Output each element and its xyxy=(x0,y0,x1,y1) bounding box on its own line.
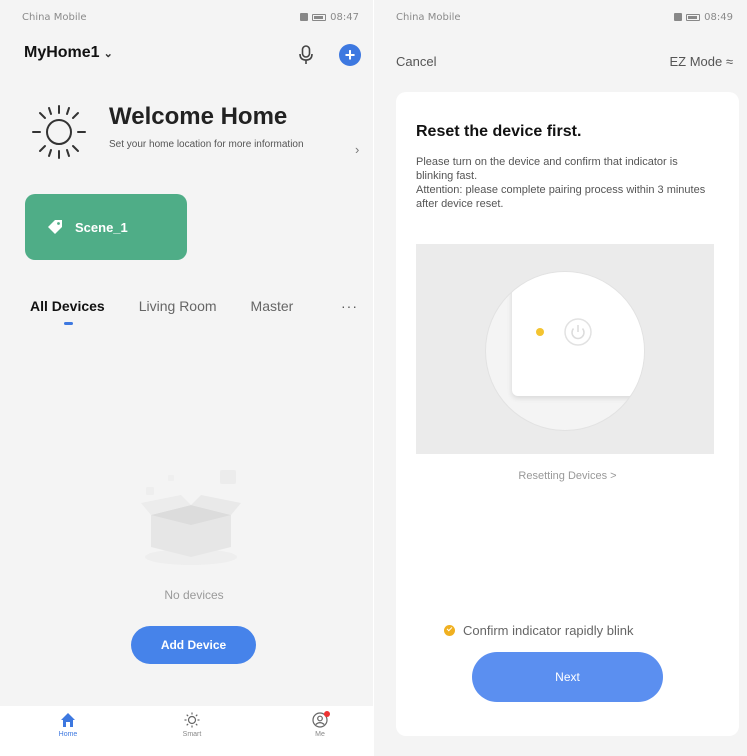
confirm-checkbox[interactable]: Confirm indicator rapidly blink xyxy=(444,623,634,638)
status-bar: China Mobile 08:47 xyxy=(0,0,373,34)
add-icon[interactable]: + xyxy=(339,44,361,66)
tab-master[interactable]: Master xyxy=(251,298,294,314)
tabbar-me-label: Me xyxy=(315,731,325,738)
tabbar-home-label: Home xyxy=(58,731,78,738)
tab-living-room[interactable]: Living Room xyxy=(139,298,217,314)
more-icon[interactable]: ··· xyxy=(341,298,358,314)
device-illustration xyxy=(416,244,714,454)
home-name: MyHome1 xyxy=(24,44,100,61)
carrier-label: China Mobile xyxy=(22,11,87,23)
tabbar-home[interactable]: Home xyxy=(38,712,98,738)
chevron-down-icon: ⌄ xyxy=(103,47,113,60)
room-tabs: All Devices Living Room Master xyxy=(30,298,294,325)
empty-state-text: No devices xyxy=(164,588,224,602)
empty-box-icon xyxy=(141,470,241,565)
notification-dot xyxy=(324,711,330,717)
next-button[interactable]: Next xyxy=(472,652,663,702)
reset-title: Reset the device first. xyxy=(416,123,582,140)
tabbar-smart[interactable]: Smart xyxy=(162,712,222,738)
carrier-label: China Mobile xyxy=(396,11,461,23)
resetting-devices-link[interactable]: Resetting Devices > xyxy=(396,470,739,482)
reset-device-screen: China Mobile 08:49 Cancel EZ Mode ≈ Rese… xyxy=(374,0,747,756)
sun-icon xyxy=(184,712,200,728)
add-device-button[interactable]: Add Device xyxy=(131,626,256,664)
scene-label: Scene_1 xyxy=(75,219,128,235)
microphone-icon[interactable] xyxy=(298,45,314,65)
confirm-label: Confirm indicator rapidly blink xyxy=(463,623,634,638)
power-icon xyxy=(564,318,592,346)
tabbar-smart-label: Smart xyxy=(182,731,202,738)
status-bar: China Mobile 08:49 xyxy=(374,0,747,34)
sun-icon xyxy=(32,105,86,159)
battery-icon xyxy=(312,13,327,21)
check-icon xyxy=(444,625,455,636)
mode-switch[interactable]: EZ Mode ≈ xyxy=(670,54,734,69)
home-icon xyxy=(61,713,75,727)
home-selector[interactable]: MyHome1 ⌄ xyxy=(24,44,113,62)
home-screen: China Mobile 08:47 MyHome1 ⌄ + Welcome H… xyxy=(0,0,373,756)
welcome-title: Welcome Home xyxy=(109,103,288,130)
reset-card: Reset the device first. Please turn on t… xyxy=(396,92,739,736)
tab-all-devices[interactable]: All Devices xyxy=(30,298,105,325)
reset-description: Please turn on the device and confirm th… xyxy=(416,156,706,210)
device-face xyxy=(512,272,644,396)
welcome-subtitle[interactable]: Set your home location for more informat… xyxy=(109,139,319,151)
clock: 08:49 xyxy=(704,11,733,23)
battery-icon xyxy=(686,13,701,21)
sim-icon xyxy=(674,13,683,21)
indicator-light xyxy=(536,328,544,336)
chevron-right-icon[interactable]: › xyxy=(355,142,359,157)
bottom-tab-bar: Home Smart Me xyxy=(0,706,373,756)
sim-icon xyxy=(300,13,309,21)
cancel-button[interactable]: Cancel xyxy=(396,54,436,69)
magnifier-circle xyxy=(486,272,644,430)
clock: 08:47 xyxy=(330,11,359,23)
scene-card[interactable]: Scene_1 xyxy=(25,194,187,260)
tabbar-me[interactable]: Me xyxy=(290,711,350,738)
tag-icon xyxy=(48,220,62,234)
